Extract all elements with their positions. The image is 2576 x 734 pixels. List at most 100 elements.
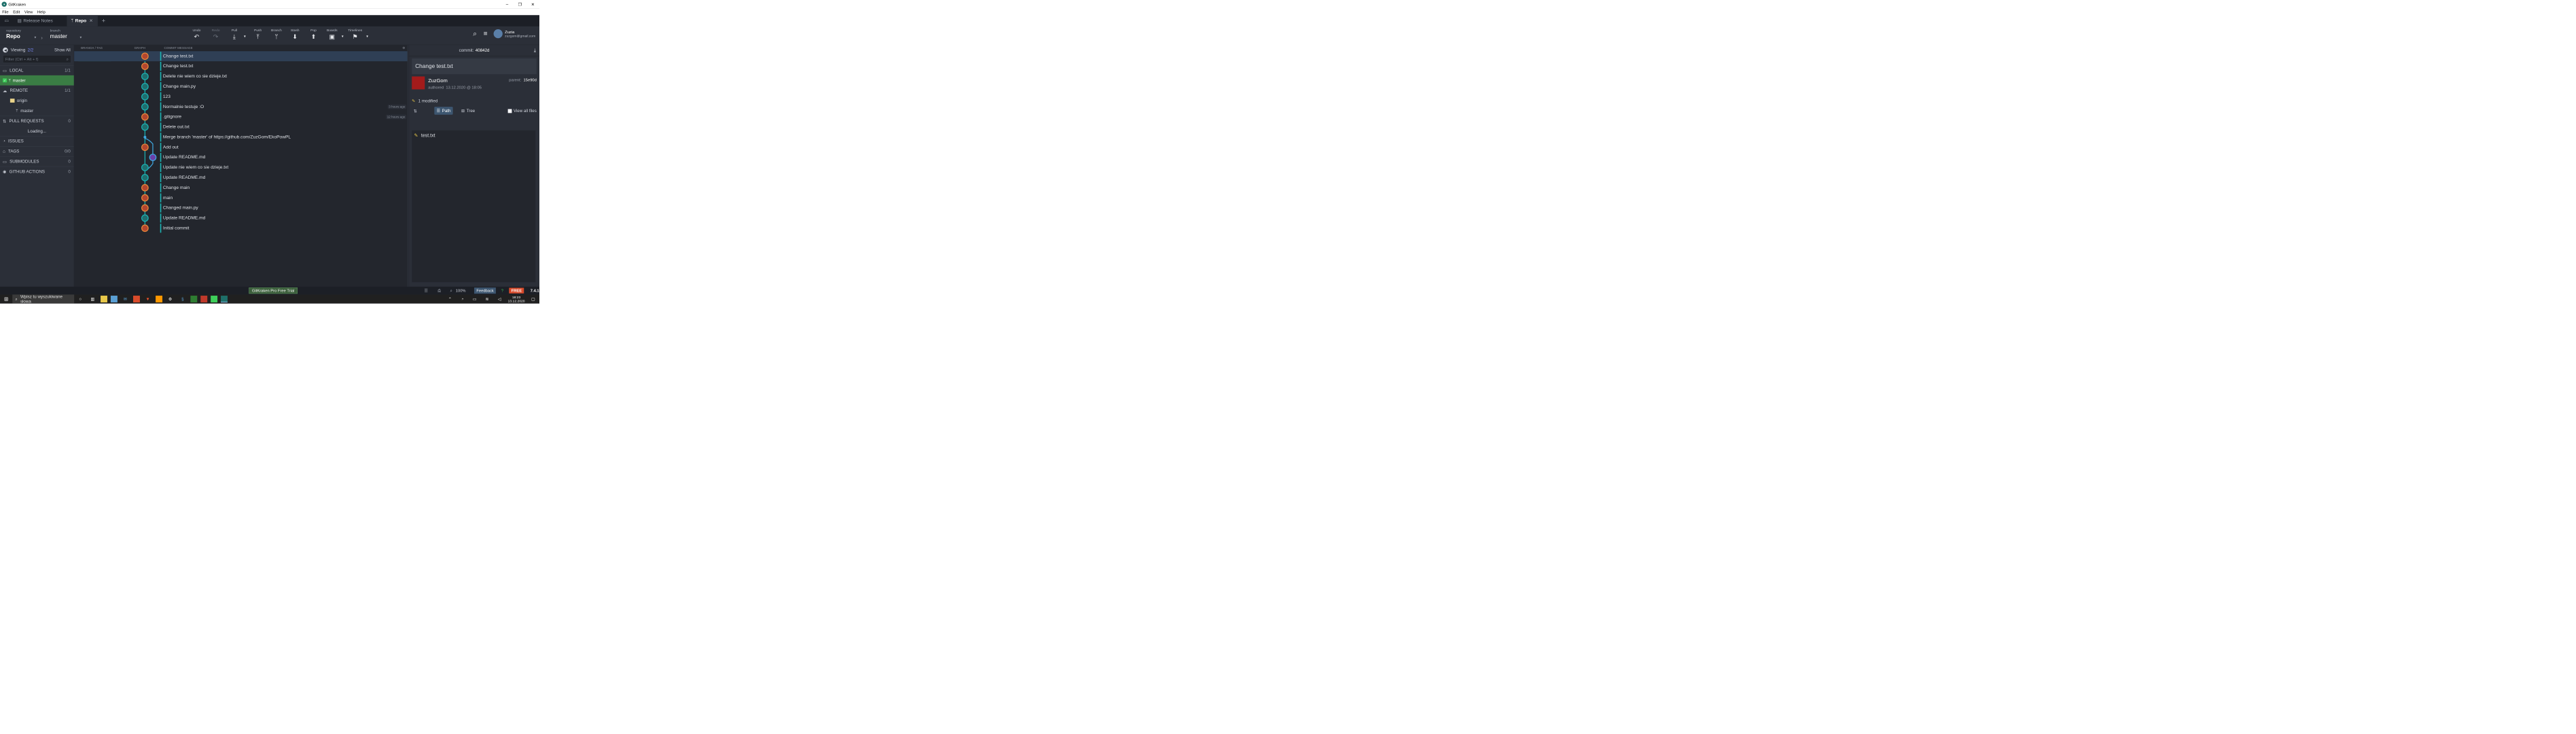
menu-icon[interactable]: ≡: [484, 30, 488, 38]
commit-row[interactable]: Update README.md: [74, 152, 407, 162]
commit-avatar-node[interactable]: [141, 143, 149, 152]
tags-section[interactable]: ⌂ TAGS 0/0: [0, 146, 74, 156]
download-icon[interactable]: ⤓: [534, 48, 536, 54]
push-button[interactable]: Push ⤒: [250, 28, 266, 40]
commit-avatar-node[interactable]: [141, 164, 149, 171]
commit-row[interactable]: Update nie wiem co sie dzieje.txt: [74, 162, 407, 173]
sweet-home-icon[interactable]: [200, 296, 208, 302]
commit-avatar-node[interactable]: [141, 113, 149, 121]
pull-requests-section[interactable]: ⇅ PULL REQUESTS 0: [0, 116, 74, 126]
close-tab-icon[interactable]: ✕: [89, 18, 93, 23]
filter-input[interactable]: Filter (Ctrl + Alt + f) ⌕: [3, 55, 71, 63]
commit-avatar-node[interactable]: [141, 52, 149, 60]
github-actions-section[interactable]: ◉ GITHUB ACTIONS 0: [0, 166, 74, 177]
menu-edit[interactable]: Edit: [11, 10, 22, 14]
new-tab-icon[interactable]: +: [98, 15, 109, 27]
commit-row[interactable]: Merge branch 'master' of https://github.…: [74, 132, 407, 142]
commit-avatar-node[interactable]: [141, 123, 149, 131]
commit-avatar-node[interactable]: [141, 194, 149, 202]
zoom-icon[interactable]: ⌕: [450, 288, 452, 293]
boards-button[interactable]: Boards ▣: [324, 28, 340, 40]
commit-avatar-node[interactable]: [141, 82, 149, 90]
pop-button[interactable]: Pop ⬆: [306, 28, 321, 40]
boards-chevron-icon[interactable]: ▼: [341, 35, 344, 38]
branch-selector[interactable]: branch master: [50, 29, 67, 39]
menu-view[interactable]: View: [22, 10, 35, 14]
commit-avatar-node[interactable]: [141, 92, 149, 101]
task-view-icon[interactable]: ▥: [88, 296, 97, 302]
sidebar-item-origin[interactable]: origin: [0, 96, 74, 106]
commit-avatar-node[interactable]: [141, 103, 149, 111]
gitkraken-taskbar-icon[interactable]: [221, 296, 228, 302]
mail-icon[interactable]: ✉: [121, 296, 130, 302]
branch-button[interactable]: Branch ᛘ: [268, 28, 284, 40]
commit-avatar-node[interactable]: [141, 73, 149, 80]
sublime-icon[interactable]: [156, 296, 163, 302]
excel-icon[interactable]: [190, 296, 198, 302]
file-explorer-icon[interactable]: [101, 296, 107, 302]
trial-badge[interactable]: GitKraken Pro Free Trial: [249, 287, 298, 294]
cortana-icon[interactable]: ○: [76, 296, 85, 302]
network-icon[interactable]: ◔: [458, 296, 467, 302]
close-icon[interactable]: ✕: [526, 0, 539, 8]
sidebar-item-master[interactable]: ✓ ᛘ master: [0, 75, 74, 86]
commit-row[interactable]: Delete out.txt: [74, 122, 407, 132]
list-icon[interactable]: ☰: [424, 288, 427, 293]
commit-row[interactable]: Change test.txt: [74, 51, 408, 62]
chevron-up-icon[interactable]: ⌃: [446, 296, 454, 302]
zoom-level[interactable]: 100%: [456, 288, 466, 293]
sort-icon[interactable]: ⇅: [414, 109, 417, 113]
issues-section[interactable]: ◔ ISSUES: [0, 136, 74, 146]
search-icon[interactable]: ⌕: [473, 30, 477, 38]
profile-button[interactable]: Zuzia zuzgom@gmail.com: [493, 29, 535, 39]
repository-selector[interactable]: repository Repo: [6, 29, 21, 39]
menu-help[interactable]: Help: [35, 10, 48, 14]
timelines-chevron-icon[interactable]: ▼: [365, 35, 369, 38]
windows-start-icon[interactable]: ⊞: [1, 296, 10, 302]
settings-icon[interactable]: ⚙: [402, 46, 405, 50]
timelines-button[interactable]: Timelines ⚑: [347, 28, 363, 40]
office-icon[interactable]: [133, 296, 140, 302]
show-all-button[interactable]: Show All: [54, 48, 71, 52]
commit-avatar-node[interactable]: [141, 204, 149, 212]
menu-file[interactable]: File: [0, 10, 11, 14]
print-icon[interactable]: ⎙: [437, 288, 441, 293]
commit-row[interactable]: Initial commit: [74, 223, 407, 233]
notification-icon[interactable]: ▢: [529, 296, 537, 302]
commit-avatar-node[interactable]: [149, 154, 157, 161]
pycharm-icon[interactable]: [211, 296, 218, 302]
commit-row[interactable]: Changed main.py: [74, 203, 407, 213]
commit-avatar-node[interactable]: [141, 63, 149, 70]
store-icon[interactable]: [110, 296, 118, 302]
tab-release-notes[interactable]: ▤ Release Notes: [14, 15, 67, 27]
tab-repo[interactable]: ᛘ Repo ✕: [67, 15, 98, 27]
maximize-icon[interactable]: ❐: [514, 0, 526, 8]
commit-row[interactable]: .gitignore 12 hours ago: [74, 112, 407, 122]
commit-row[interactable]: Delete nie wiem co sie dzieje.txt: [74, 71, 407, 82]
redo-button[interactable]: Redo ↷: [208, 28, 223, 40]
commit-avatar-node[interactable]: [141, 224, 149, 232]
path-toggle[interactable]: ☰ Path: [434, 107, 453, 115]
commit-row[interactable]: main: [74, 193, 407, 203]
free-badge[interactable]: FREE: [509, 287, 524, 294]
minimize-icon[interactable]: –: [501, 0, 514, 8]
folder-icon[interactable]: ▭: [0, 15, 14, 27]
volume-icon[interactable]: ◁: [495, 296, 504, 302]
commit-row[interactable]: Update README.md: [74, 173, 407, 183]
wifi-icon[interactable]: ≋: [482, 296, 491, 302]
commit-row[interactable]: Add out: [74, 142, 407, 152]
view-all-files-checkbox[interactable]: View all files: [507, 109, 537, 113]
file-item[interactable]: ✎ test.txt: [412, 130, 535, 141]
commit-row[interactable]: Change main: [74, 183, 407, 193]
tree-toggle[interactable]: ⊞ Tree: [459, 107, 478, 115]
pull-options-chevron-icon[interactable]: ▼: [243, 35, 247, 38]
commit-row[interactable]: Update README.md: [74, 213, 407, 223]
python-icon[interactable]: §: [178, 296, 187, 302]
commit-avatar-node[interactable]: [141, 184, 149, 192]
local-section[interactable]: ▭ LOCAL 1/1: [0, 65, 74, 75]
commit-row[interactable]: 123: [74, 92, 407, 102]
commit-title[interactable]: Change test.txt: [412, 58, 537, 75]
eye-icon[interactable]: ◀: [3, 47, 8, 53]
commit-avatar-node[interactable]: [141, 173, 149, 181]
submodules-section[interactable]: ▭ SUBMODULES 0: [0, 156, 74, 167]
